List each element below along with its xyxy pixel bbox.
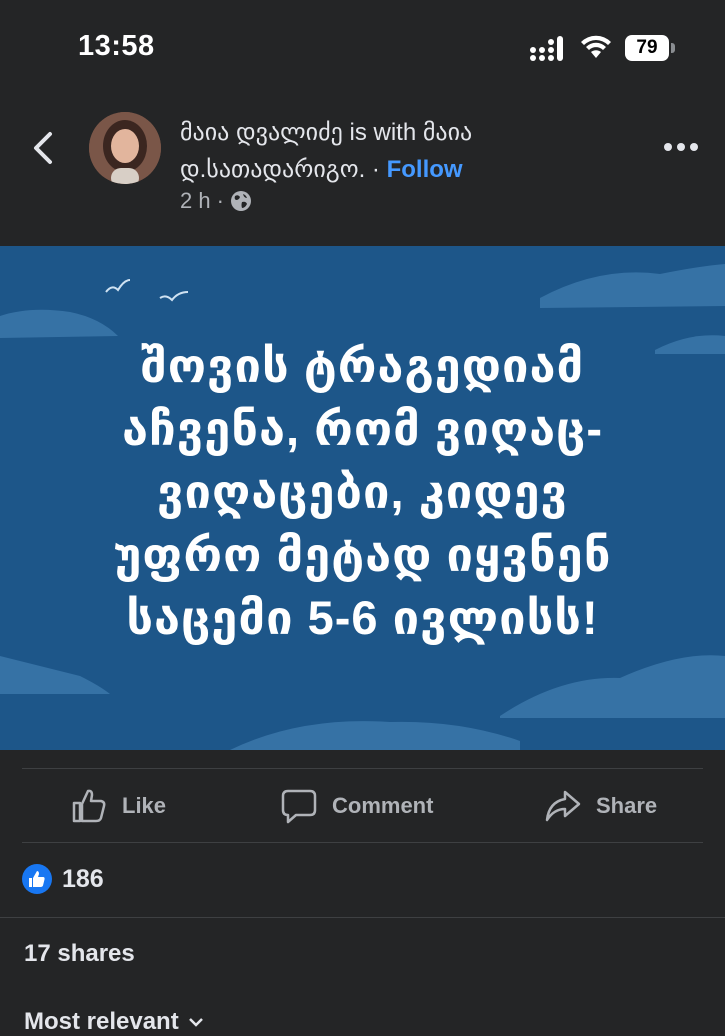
reactions-summary[interactable]: 186 bbox=[22, 864, 104, 894]
separator-dot: · bbox=[371, 156, 380, 183]
wifi-icon bbox=[581, 35, 611, 58]
comment-button[interactable]: Comment bbox=[280, 770, 433, 842]
action-bar: Like Comment Share bbox=[0, 770, 725, 842]
share-label: Share bbox=[596, 793, 658, 818]
back-chevron-icon[interactable] bbox=[30, 130, 56, 166]
share-button[interactable]: Share bbox=[544, 770, 657, 842]
author-name[interactable]: მაია დვალიძე bbox=[180, 119, 343, 146]
comment-sort-dropdown[interactable]: Most relevant bbox=[24, 1008, 205, 1036]
globe-icon bbox=[230, 191, 251, 211]
thumbs-up-icon bbox=[72, 789, 106, 823]
like-label: Like bbox=[122, 793, 167, 818]
image-text-line: საცემი 5-6 ივლისს! bbox=[126, 591, 599, 644]
with-text: is with bbox=[349, 119, 417, 146]
post-time[interactable]: 2 h bbox=[180, 188, 211, 214]
like-reaction-icon bbox=[22, 864, 52, 894]
image-text: შოვის ტრაგედიამ აჩვენა, რომ ვიღაც- ვიღაც… bbox=[40, 334, 685, 649]
battery-icon: 79 bbox=[625, 35, 675, 61]
battery-tip bbox=[671, 43, 675, 53]
more-options-icon[interactable] bbox=[664, 136, 698, 158]
image-text-line: ვიღაცები, კიდევ bbox=[156, 465, 569, 518]
image-text-line: შოვის ტრაგედიამ bbox=[140, 339, 585, 392]
comment-label: Comment bbox=[332, 793, 434, 818]
post-meta: 2 h · bbox=[180, 188, 252, 214]
status-time: 13:58 bbox=[78, 30, 155, 62]
status-bar: 13:58 79 bbox=[0, 0, 725, 96]
author-line: მაია დვალიძე is with მაია დ.სათადარიგო. … bbox=[180, 114, 620, 188]
share-arrow-icon bbox=[545, 790, 581, 822]
reaction-count: 186 bbox=[62, 864, 104, 893]
divider bbox=[0, 917, 725, 918]
post-header: მაია დვალიძე is with მაია დ.სათადარიგო. … bbox=[0, 96, 725, 246]
battery-level: 79 bbox=[625, 35, 669, 61]
image-text-line: აჩვენა, რომ ვიღაც- bbox=[121, 402, 604, 455]
image-text-line: უფრო მეტად იყვნენ bbox=[113, 528, 612, 581]
follow-button[interactable]: Follow bbox=[387, 156, 463, 183]
shares-count[interactable]: 17 shares bbox=[24, 940, 135, 968]
chevron-down-icon bbox=[188, 1018, 203, 1027]
meta-separator: · bbox=[216, 188, 224, 213]
like-button[interactable]: Like bbox=[70, 770, 166, 842]
divider bbox=[22, 768, 703, 769]
sort-label: Most relevant bbox=[24, 1008, 179, 1035]
author-avatar[interactable] bbox=[89, 112, 161, 184]
cellular-signal-icon bbox=[530, 36, 563, 61]
divider bbox=[22, 842, 703, 843]
comment-bubble-icon bbox=[281, 789, 317, 824]
post-image[interactable]: შოვის ტრაგედიამ აჩვენა, რომ ვიღაც- ვიღაც… bbox=[0, 246, 725, 750]
